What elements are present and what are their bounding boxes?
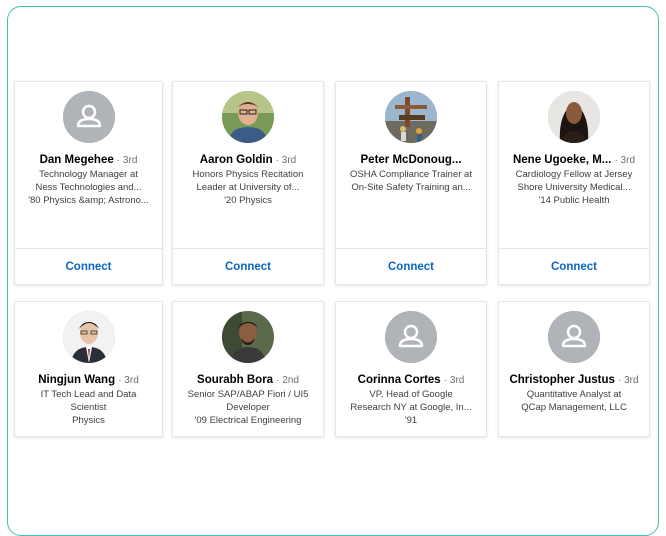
- person-name[interactable]: Peter McDonoug...: [361, 154, 462, 166]
- person-headline: Honors Physics Recitation Leader at Univ…: [177, 168, 319, 207]
- headline-line: On-Site Safety Training an...: [351, 182, 471, 193]
- headline-line: Research NY at Google, In...: [350, 402, 472, 413]
- name-line: Ningjun Wang · 3rd: [17, 373, 160, 388]
- connection-degree: · 3rd: [118, 375, 139, 386]
- name-line: Sourabh Bora · 2nd: [175, 373, 321, 388]
- person-headline: Cardiology Fellow at Jersey Shore Univer…: [503, 168, 645, 207]
- person-name[interactable]: Christopher Justus: [509, 374, 614, 386]
- placeholder-person-icon[interactable]: [548, 311, 600, 363]
- person-name[interactable]: Corinna Cortes: [358, 374, 441, 386]
- person-name[interactable]: Dan Megehee: [40, 154, 114, 166]
- name-line: Aaron Goldin · 3rd: [175, 153, 321, 168]
- headline-line: OSHA Compliance Trainer at: [350, 169, 472, 180]
- person-headline: OSHA Compliance Trainer at On-Site Safet…: [340, 168, 482, 194]
- person-headline: Technology Manager at Ness Technologies …: [19, 168, 158, 207]
- headline-line: Senior SAP/ABAP Fiori / UI5: [187, 389, 309, 400]
- headline-line: Scientist: [70, 402, 107, 413]
- headline-line: Developer: [226, 402, 270, 413]
- person-card[interactable]: Peter McDonoug... OSHA Compliance Traine…: [335, 81, 487, 285]
- connection-degree: · 3rd: [116, 155, 138, 166]
- modal-frame: Dan Megehee · 3rd Technology Manager at …: [7, 6, 659, 536]
- headline-line: '80 Physics &amp; Astrono...: [28, 195, 149, 206]
- headline-line: '20 Physics: [224, 195, 272, 206]
- headline-line: QCap Management, LLC: [521, 402, 627, 413]
- connection-degree: · 2nd: [276, 375, 299, 386]
- placeholder-person-icon[interactable]: [62, 91, 115, 143]
- person-card[interactable]: Ningjun Wang · 3rd IT Tech Lead and Data…: [14, 301, 163, 437]
- headline-line: Leader at University of...: [196, 182, 300, 193]
- person-card[interactable]: Christopher Justus · 3rd Quantitative An…: [498, 301, 650, 437]
- person-headline: Quantitative Analyst at QCap Management,…: [503, 388, 645, 414]
- headline-line: Cardiology Fellow at Jersey: [515, 169, 633, 180]
- person-headline: VP, Head of Google Research NY at Google…: [340, 388, 482, 427]
- name-line: Peter McDonoug...: [338, 153, 484, 167]
- person-card[interactable]: Nene Ugoeke, M... · 3rd Cardiology Fello…: [498, 81, 650, 285]
- connection-degree: · 3rd: [443, 375, 465, 386]
- person-headline: Senior SAP/ABAP Fiori / UI5 Developer '0…: [177, 388, 319, 427]
- connect-area: Connect: [499, 248, 649, 284]
- person-card[interactable]: Dan Megehee · 3rd Technology Manager at …: [14, 81, 163, 285]
- connect-area: Connect: [336, 248, 486, 284]
- connect-button[interactable]: Connect: [66, 261, 112, 273]
- name-line: Nene Ugoeke, M... · 3rd: [501, 153, 647, 168]
- headline-line: Ness Technologies and...: [35, 182, 142, 193]
- name-line: Dan Megehee · 3rd: [17, 153, 160, 168]
- connect-area: Connect: [173, 248, 323, 284]
- person-name[interactable]: Aaron Goldin: [200, 154, 273, 166]
- person-card[interactable]: Aaron Goldin · 3rd Honors Physics Recita…: [172, 81, 324, 285]
- person-headline: IT Tech Lead and Data Scientist Physics: [19, 388, 158, 427]
- headline-line: Quantitative Analyst at: [526, 389, 622, 400]
- profile-photo[interactable]: [385, 91, 437, 143]
- headline-line: IT Tech Lead and Data: [40, 389, 137, 400]
- person-name[interactable]: Sourabh Bora: [197, 374, 273, 386]
- headline-line: Technology Manager at: [39, 169, 138, 180]
- people-grid: Dan Megehee · 3rd Technology Manager at …: [14, 81, 658, 521]
- headline-line: Shore University Medical...: [517, 182, 631, 193]
- name-line: Corinna Cortes · 3rd: [338, 373, 484, 388]
- connect-area: Connect: [15, 248, 162, 284]
- headline-line: VP, Head of Google: [369, 389, 453, 400]
- profile-photo[interactable]: [62, 311, 115, 363]
- headline-line: '14 Public Health: [538, 195, 610, 206]
- person-name[interactable]: Nene Ugoeke, M...: [513, 154, 611, 166]
- name-line: Christopher Justus · 3rd: [501, 373, 647, 388]
- connect-button[interactable]: Connect: [388, 261, 434, 273]
- connection-degree: · 3rd: [617, 375, 639, 386]
- headline-line: Physics: [72, 415, 105, 426]
- connection-degree: · 3rd: [614, 155, 636, 166]
- profile-photo[interactable]: [548, 91, 600, 143]
- headline-line: '91: [404, 415, 418, 426]
- person-name[interactable]: Ningjun Wang: [38, 374, 115, 386]
- connect-button[interactable]: Connect: [225, 261, 271, 273]
- headline-line: '09 Electrical Engineering: [194, 415, 302, 426]
- profile-photo[interactable]: [222, 311, 274, 363]
- person-card[interactable]: Sourabh Bora · 2nd Senior SAP/ABAP Fiori…: [172, 301, 324, 437]
- profile-photo[interactable]: [222, 91, 274, 143]
- headline-line: Honors Physics Recitation: [192, 169, 304, 180]
- connection-degree: · 3rd: [275, 155, 297, 166]
- placeholder-person-icon[interactable]: [385, 311, 437, 363]
- connect-button[interactable]: Connect: [551, 261, 597, 273]
- person-card[interactable]: Corinna Cortes · 3rd VP, Head of Google …: [335, 301, 487, 437]
